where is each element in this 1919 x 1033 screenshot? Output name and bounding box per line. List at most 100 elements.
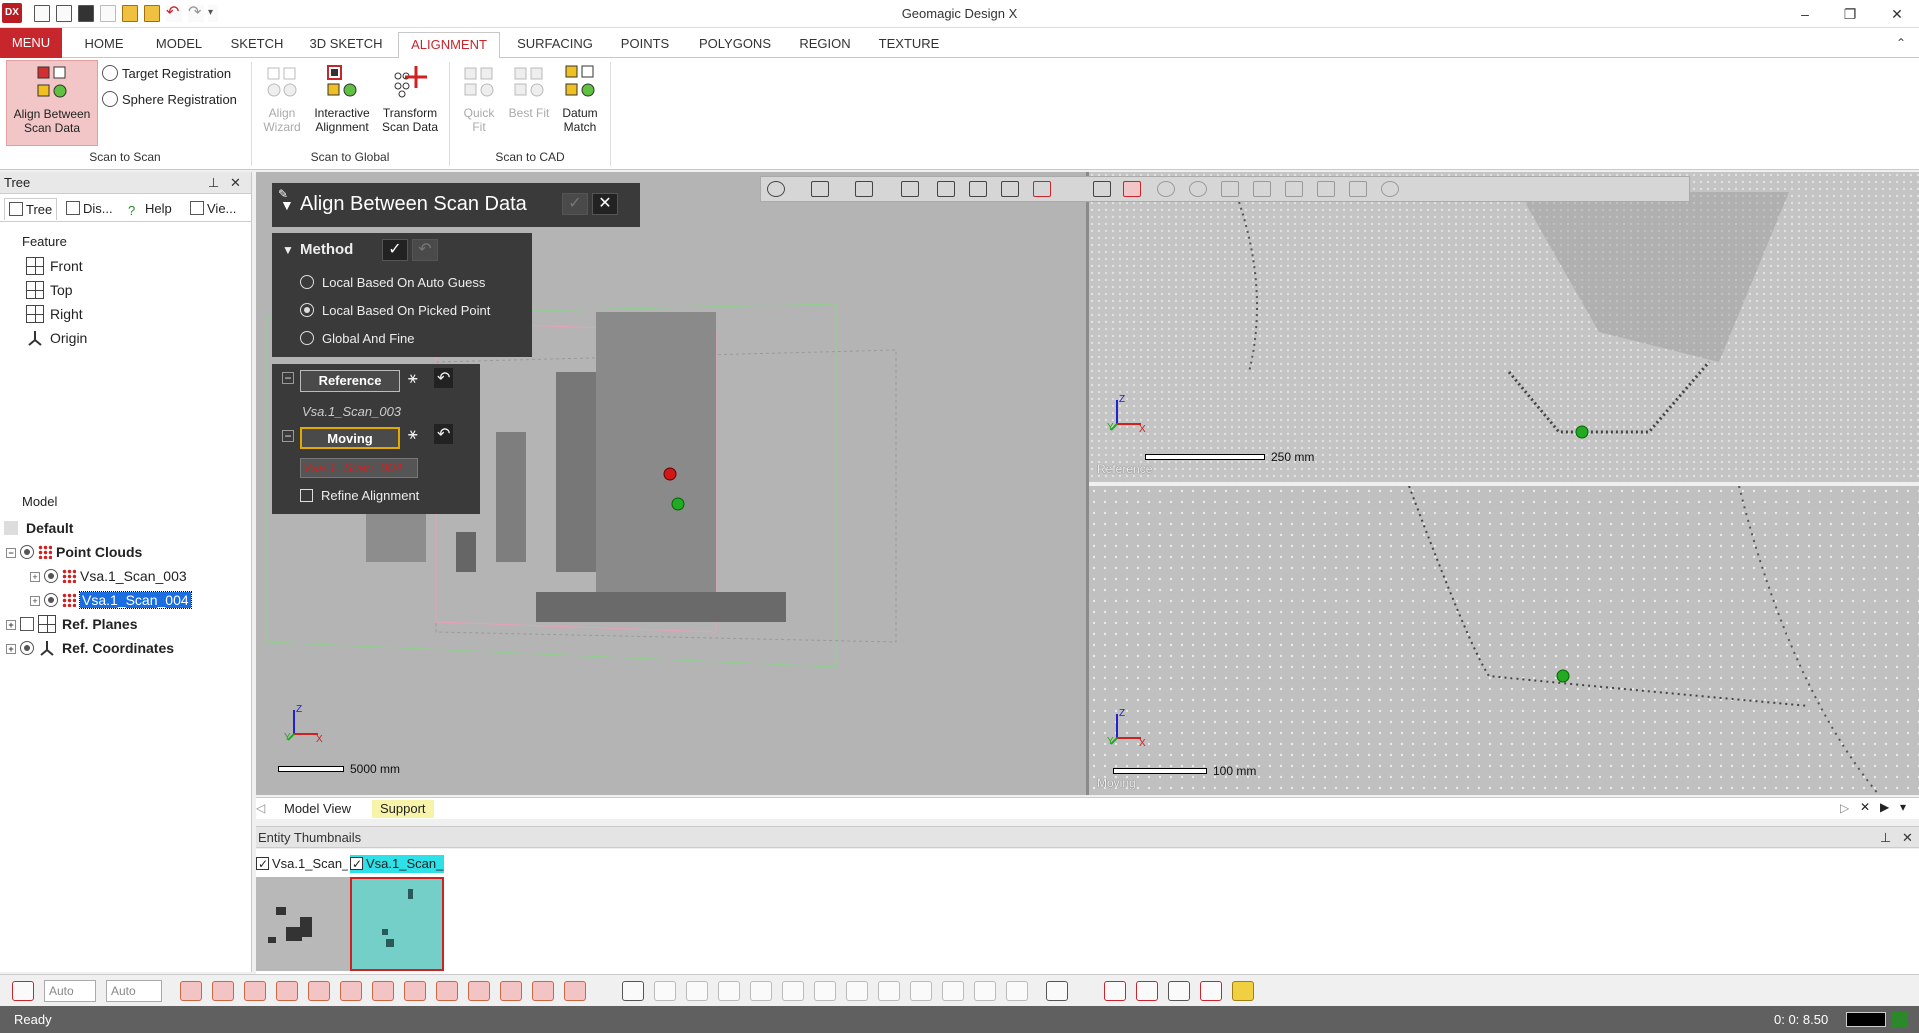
visibility-toggle-icon[interactable] <box>276 981 298 1001</box>
method-next-button[interactable]: ✓ <box>382 239 408 261</box>
interactive-alignment-button[interactable]: Interactive Alignment <box>308 60 376 146</box>
scroll-left-icon[interactable]: ◁ <box>256 801 265 815</box>
tab-model[interactable]: MODEL <box>148 32 210 58</box>
tab-texture[interactable]: TEXTURE <box>872 32 946 58</box>
filter-icon[interactable] <box>910 981 932 1001</box>
visibility-icon[interactable] <box>44 593 58 607</box>
snap-icon[interactable] <box>12 981 34 1001</box>
filter-icon[interactable] <box>846 981 868 1001</box>
tab-home[interactable]: HOME <box>76 32 132 58</box>
filter-icon[interactable] <box>718 981 740 1001</box>
expand-icon[interactable]: + <box>30 596 40 606</box>
visibility-toggle-icon[interactable] <box>436 981 458 1001</box>
align-wizard-button[interactable]: Align Wizard <box>258 60 306 146</box>
thumb-close-icon[interactable]: ✕ <box>1902 827 1913 849</box>
reference-options-icon[interactable]: ⚹ <box>408 370 418 388</box>
thumbnail-scan-004[interactable] <box>350 877 444 971</box>
ribbon-collapse-icon[interactable]: ⌃ <box>1896 36 1906 50</box>
feature-origin[interactable]: Origin <box>26 328 87 348</box>
filter-icon[interactable] <box>942 981 964 1001</box>
visibility-toggle-icon[interactable] <box>532 981 554 1001</box>
tab-help[interactable]: ? Help <box>128 198 172 220</box>
picked-point-red[interactable] <box>663 467 677 481</box>
section-view-icon[interactable] <box>937 181 955 197</box>
target-registration-button[interactable]: Target Registration <box>102 64 231 84</box>
visible-only-icon[interactable] <box>1381 181 1399 197</box>
visibility-toggle-icon[interactable] <box>372 981 394 1001</box>
option-picked-point[interactable]: Local Based On Picked Point <box>300 303 490 318</box>
model-default[interactable]: Default <box>4 518 73 538</box>
tab-support[interactable]: Support <box>372 800 434 818</box>
measure-icon[interactable] <box>1033 181 1051 197</box>
tab-polygons[interactable]: POLYGONS <box>690 32 780 58</box>
invert-select-icon[interactable] <box>1349 181 1367 197</box>
visibility-toggle-icon[interactable] <box>244 981 266 1001</box>
moving-undo-icon[interactable]: ↶ <box>434 424 454 444</box>
dialog-collapse-icon[interactable]: ▼ <box>280 197 294 213</box>
moving-collapse-icon[interactable]: − <box>282 430 294 442</box>
tab-region[interactable]: REGION <box>792 32 858 58</box>
view-cube-icon[interactable] <box>811 181 829 197</box>
reference-collapse-icon[interactable]: − <box>282 372 294 384</box>
quick-fit-button[interactable]: Quick Fit <box>456 60 502 146</box>
visibility-icon[interactable] <box>44 569 58 583</box>
datum-match-button[interactable]: Datum Match <box>554 60 606 146</box>
filter-icon[interactable] <box>654 981 676 1001</box>
rectangle-select-icon[interactable] <box>1123 181 1141 197</box>
filter-icon[interactable] <box>750 981 772 1001</box>
scroll-right-icon[interactable]: ▷ <box>1840 801 1849 815</box>
expand-icon[interactable]: + <box>6 644 16 654</box>
reference-undo-icon[interactable]: ↶ <box>434 368 454 388</box>
dialog-cancel-button[interactable]: ✕ <box>592 193 618 215</box>
filter-icon[interactable] <box>686 981 708 1001</box>
option-auto-guess[interactable]: Local Based On Auto Guess <box>300 275 485 290</box>
visibility-checkbox[interactable] <box>20 617 34 631</box>
copy-icon[interactable] <box>1046 981 1068 1001</box>
filter-icon[interactable] <box>974 981 996 1001</box>
picked-point-green[interactable] <box>671 497 685 511</box>
option-global-fine[interactable]: Global And Fine <box>300 331 415 346</box>
visibility-toggle-icon[interactable] <box>564 981 586 1001</box>
line-select-icon[interactable] <box>1093 181 1111 197</box>
tab-view[interactable]: Vie... <box>190 198 236 220</box>
view-orientation-icon[interactable] <box>901 181 919 197</box>
visibility-toggle-icon[interactable] <box>500 981 522 1001</box>
strip-next-icon[interactable]: ▶ <box>1880 800 1889 814</box>
dialog-ok-button[interactable]: ✓ <box>562 193 588 215</box>
tree-scan-003[interactable]: + Vsa.1_Scan_003 <box>30 566 187 586</box>
filter-icon[interactable] <box>878 981 900 1001</box>
restore-button[interactable]: ❐ <box>1838 4 1862 24</box>
minimize-button[interactable]: – <box>1793 4 1817 24</box>
reference-selector[interactable]: Reference <box>300 370 400 392</box>
tree-ref-planes[interactable]: + Ref. Planes <box>6 614 137 634</box>
best-fit-button[interactable]: Best Fit <box>506 60 552 146</box>
scan-tool-icon[interactable] <box>1168 981 1190 1001</box>
method-collapse-icon[interactable]: ▼ <box>282 243 294 257</box>
tab-menu[interactable]: MENU <box>0 28 62 58</box>
tab-tree[interactable]: Tree <box>4 198 58 220</box>
tab-surfacing[interactable]: SURFACING <box>508 32 602 58</box>
refine-alignment-checkbox[interactable]: Refine Alignment <box>300 488 419 503</box>
collapse-icon[interactable]: − <box>6 548 16 558</box>
auto-combo-1[interactable]: Auto <box>44 980 96 1002</box>
color-tool-icon[interactable] <box>1232 981 1254 1001</box>
thumb-check-scan-003[interactable]: Vsa.1_Scan_003 <box>256 855 348 873</box>
paint-select-icon[interactable] <box>1253 181 1271 197</box>
strip-close-icon[interactable]: ✕ <box>1860 800 1870 814</box>
view-shape-icon[interactable] <box>767 181 785 197</box>
feature-right[interactable]: Right <box>26 304 83 324</box>
moving-picked-point[interactable] <box>1556 669 1570 683</box>
visibility-icon[interactable] <box>20 641 34 655</box>
split-view-icon[interactable] <box>1001 181 1019 197</box>
select-mode-icon[interactable] <box>622 981 644 1001</box>
tab-sketch[interactable]: SKETCH <box>226 32 288 58</box>
tab-alignment[interactable]: ALIGNMENT <box>398 32 500 59</box>
filter-icon[interactable] <box>782 981 804 1001</box>
brush-select-icon[interactable] <box>1317 181 1335 197</box>
visibility-toggle-icon[interactable] <box>180 981 202 1001</box>
section-tool-icon[interactable] <box>1200 981 1222 1001</box>
tab-model-view[interactable]: Model View <box>276 800 359 818</box>
reference-picked-point[interactable] <box>1575 425 1589 439</box>
tree-point-clouds[interactable]: − Point Clouds <box>6 542 142 562</box>
sphere-registration-button[interactable]: Sphere Registration <box>102 90 237 110</box>
